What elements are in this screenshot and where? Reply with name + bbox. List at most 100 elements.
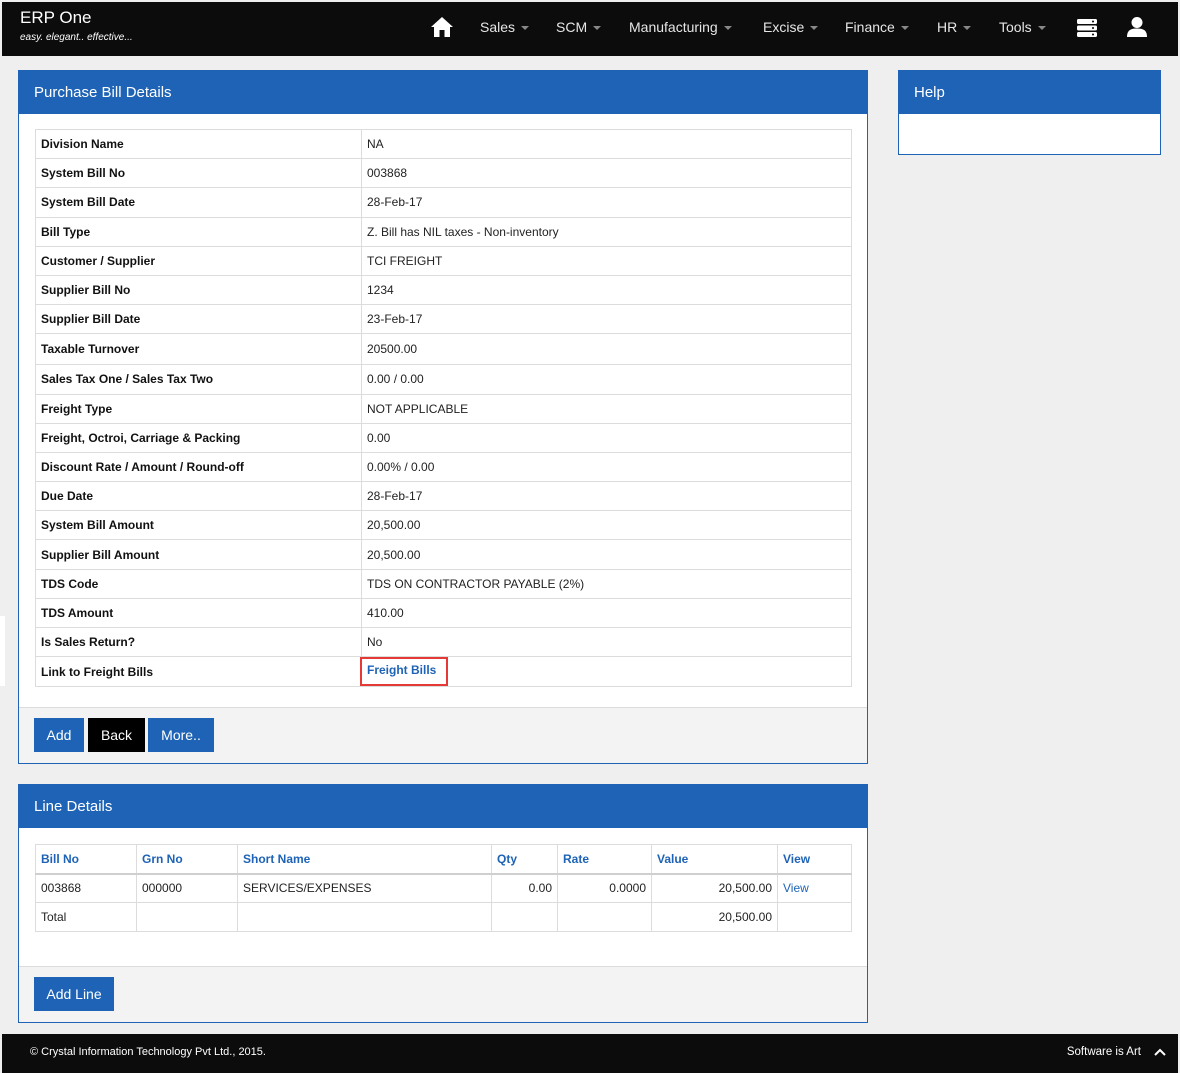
row-value: 0.00 / 0.00 [361, 364, 852, 395]
row-value: 003868 [361, 158, 852, 189]
nav-sales[interactable]: Sales [480, 18, 530, 36]
cell-bill-no: 003868 [35, 873, 137, 903]
more-button[interactable]: More.. [148, 718, 214, 752]
top-navbar: ERP One easy. elegant.. effective... Sal… [2, 2, 1178, 56]
left-edge-strip [0, 616, 5, 686]
row-label: Discount Rate / Amount / Round-off [35, 451, 362, 483]
table-row: Division Name NA [35, 128, 852, 160]
table-row: Customer / Supplier TCI FREIGHT [35, 245, 852, 276]
home-icon[interactable] [430, 16, 454, 38]
row-label: Supplier Bill No [35, 274, 362, 306]
row-label: TDS Code [35, 568, 362, 599]
table-row: System Bill Amount 20,500.00 [35, 510, 852, 541]
view-link[interactable]: View [783, 881, 809, 895]
back-button[interactable]: Back [88, 718, 145, 752]
purchase-bill-panel: Purchase Bill Details Division Name NA Sy… [18, 70, 868, 764]
nav-excise[interactable]: Excise [763, 18, 819, 36]
table-header-row: Bill No Grn No Short Name Qty Rate Value… [35, 844, 852, 875]
empty-cell [237, 902, 492, 932]
nav-finance-label: Finance [845, 19, 895, 35]
caret-down-icon [900, 26, 909, 31]
nav-finance[interactable]: Finance [845, 18, 909, 36]
line-details-title: Line Details [19, 785, 867, 828]
row-value: 28-Feb-17 [361, 187, 852, 218]
table-row: Freight, Octroi, Carriage & Packing 0.00 [35, 422, 852, 453]
empty-cell [136, 902, 238, 932]
nav-hr[interactable]: HR [937, 18, 972, 36]
nav-hr-label: HR [937, 19, 958, 35]
row-value: 20,500.00 [361, 510, 852, 541]
table-row: System Bill Date 28-Feb-17 [35, 187, 852, 218]
add-line-button[interactable]: Add Line [34, 977, 114, 1011]
add-button[interactable]: Add [34, 718, 84, 752]
row-value: 28-Feb-17 [361, 481, 852, 512]
row-label: Freight, Octroi, Carriage & Packing [35, 422, 362, 453]
col-value[interactable]: Value [651, 844, 778, 875]
row-value: Z. Bill has NIL taxes - Non-inventory [361, 216, 852, 247]
cell-view: View [777, 873, 852, 903]
page-footer: © Crystal Information Technology Pvt Ltd… [2, 1034, 1178, 1073]
row-value: 0.00 [361, 422, 852, 453]
database-icon[interactable] [1077, 18, 1097, 38]
row-value: NOT APPLICABLE [361, 393, 852, 424]
nav-scm[interactable]: SCM [556, 18, 602, 36]
brand-title: ERP One [20, 8, 92, 27]
freight-bills-label: Link to Freight Bills [35, 656, 362, 688]
table-row: Supplier Bill No 1234 [35, 274, 852, 306]
footer-tagline: Software is Art [1066, 1046, 1141, 1058]
brand[interactable]: ERP One easy. elegant.. effective... [20, 8, 133, 44]
line-details-table: Bill No Grn No Short Name Qty Rate Value… [35, 844, 852, 932]
purchase-bill-title: Purchase Bill Details [19, 71, 867, 114]
row-value: NA [361, 128, 852, 160]
col-short-name[interactable]: Short Name [237, 844, 492, 875]
line-details-panel: Line Details Bill No Grn No Short Name Q… [18, 784, 868, 1023]
freight-bills-link[interactable]: Freight Bills [360, 657, 449, 687]
cell-qty: 0.00 [491, 873, 558, 903]
table-row: Sales Tax One / Sales Tax Two 0.00 / 0.00 [35, 364, 852, 395]
help-panel: Help [898, 70, 1161, 155]
row-label: TDS Amount [35, 597, 362, 629]
row-label: Division Name [35, 128, 362, 160]
col-bill-no[interactable]: Bill No [35, 844, 137, 875]
table-row: Due Date 28-Feb-17 [35, 481, 852, 512]
col-rate[interactable]: Rate [557, 844, 652, 875]
cell-value: 20,500.00 [651, 873, 778, 903]
col-grn-no[interactable]: Grn No [136, 844, 238, 875]
nav-manufacturing[interactable]: Manufacturing [629, 18, 732, 36]
help-title: Help [899, 71, 1160, 114]
empty-cell [491, 902, 558, 932]
user-icon[interactable] [1126, 16, 1148, 38]
row-label: System Bill Date [35, 187, 362, 218]
row-label: Freight Type [35, 393, 362, 424]
nav-tools-label: Tools [999, 19, 1032, 35]
table-row: Is Sales Return? No [35, 626, 852, 658]
bill-details-table: Division Name NA System Bill No 003868 Sys… [35, 128, 852, 688]
row-label: System Bill No [35, 158, 362, 189]
caret-down-icon [810, 26, 819, 31]
row-label: System Bill Amount [35, 510, 362, 541]
row-value: TCI FREIGHT [361, 245, 852, 276]
table-row: TDS Amount 410.00 [35, 597, 852, 629]
empty-cell [777, 902, 852, 932]
footer-copyright: © Crystal Information Technology Pvt Ltd… [30, 1046, 266, 1058]
row-value: 20500.00 [361, 333, 852, 366]
nav-tools[interactable]: Tools [999, 18, 1046, 36]
table-row: 003868 000000 SERVICES/EXPENSES 0.00 0.0… [35, 873, 852, 903]
table-row: Link to Freight Bills Freight Bills [35, 656, 852, 688]
row-value: 23-Feb-17 [361, 304, 852, 335]
caret-down-icon [1037, 26, 1046, 31]
empty-cell [557, 902, 652, 932]
chevron-up-icon[interactable] [1154, 1047, 1166, 1057]
table-row: Bill Type Z. Bill has NIL taxes - Non-inv… [35, 216, 852, 247]
row-label: Customer / Supplier [35, 245, 362, 276]
row-label: Is Sales Return? [35, 626, 362, 658]
brand-tagline: easy. elegant.. effective... [20, 32, 133, 43]
col-view[interactable]: View [777, 844, 852, 875]
table-row: Freight Type NOT APPLICABLE [35, 393, 852, 424]
row-label: Supplier Bill Amount [35, 539, 362, 570]
row-label: Due Date [35, 481, 362, 512]
freight-bills-cell: Freight Bills [360, 656, 852, 688]
col-qty[interactable]: Qty [491, 844, 558, 875]
total-label: Total [35, 902, 137, 932]
bill-actions-bar: Add Back More.. [19, 707, 867, 763]
